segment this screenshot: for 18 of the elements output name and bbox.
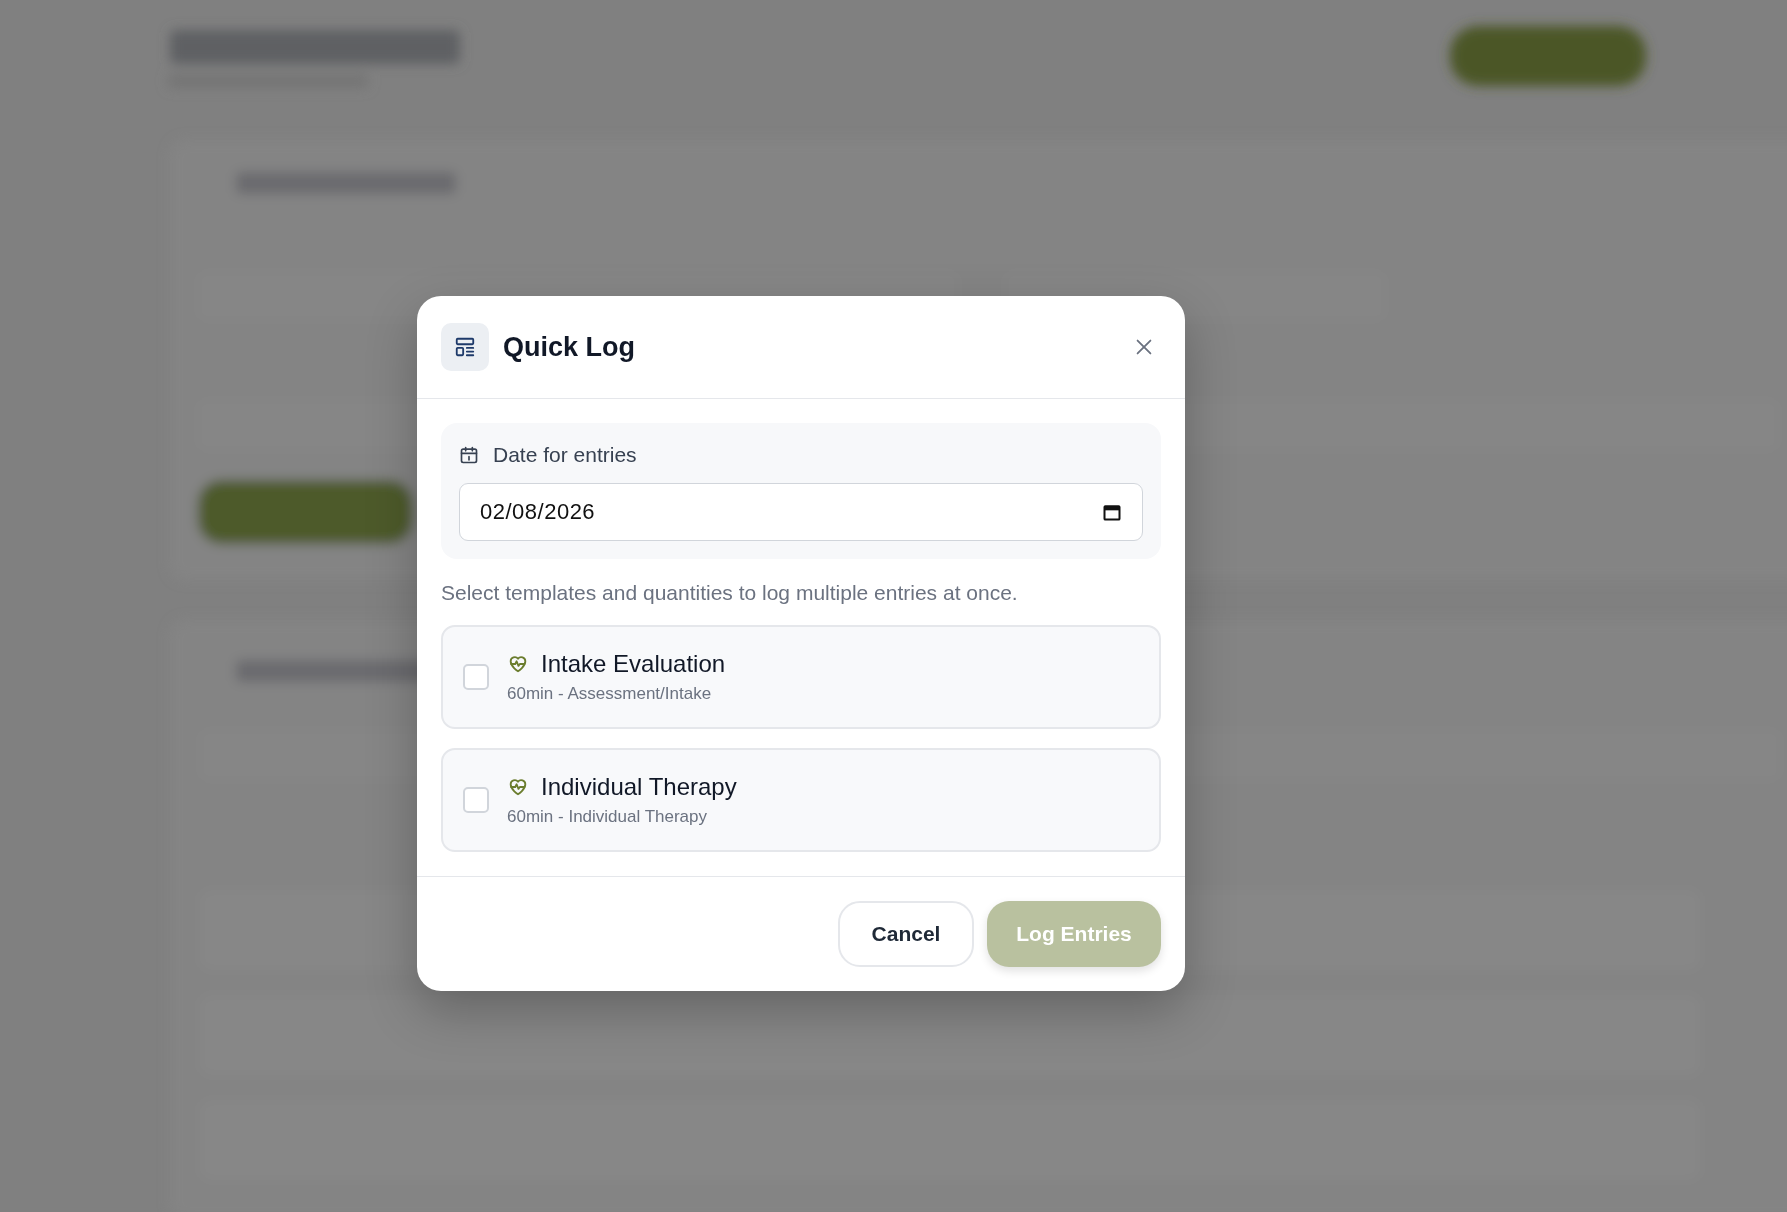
template-name: Intake Evaluation: [541, 650, 726, 678]
checkbox[interactable]: [463, 664, 489, 690]
template-card[interactable]: Intake Evaluation 60min - Assessment/Intake: [441, 625, 1161, 729]
calendar-picker-icon[interactable]: [1102, 502, 1122, 522]
template-detail: 60min - Assessment/Intake: [507, 684, 713, 704]
heartbeat-icon: [507, 776, 529, 798]
heartbeat-icon: [507, 653, 529, 675]
checkbox[interactable]: [463, 787, 489, 813]
template-detail: 60min - Individual Therapy: [507, 807, 708, 827]
dialog-title: Quick Log: [503, 331, 636, 363]
template-name: Individual Therapy: [541, 773, 737, 801]
instructions-text: Select templates and quantities to log multiple entries at once.: [441, 581, 1019, 605]
cancel-button[interactable]: Cancel: [838, 901, 974, 967]
template-icon: [441, 323, 489, 371]
date-label: Date for entries: [493, 443, 637, 467]
date-field[interactable]: 02/08/2026: [459, 483, 1143, 541]
template-card[interactable]: Individual Therapy 60min - Individual Therapy: [441, 748, 1161, 852]
calendar-icon: [459, 445, 479, 465]
